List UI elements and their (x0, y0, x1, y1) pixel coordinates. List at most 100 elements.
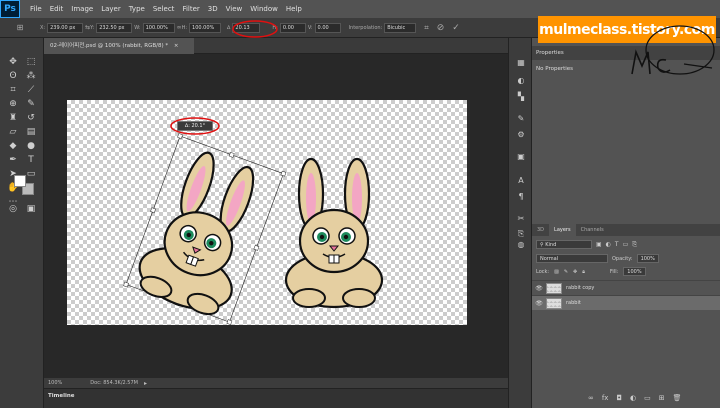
link-layers-icon[interactable]: ∞ (588, 394, 594, 402)
history-panel-icon[interactable]: ▦ (514, 56, 528, 68)
lock-pixels-icon[interactable]: ✎ (564, 269, 568, 275)
adjustment-layer-icon[interactable]: ◐ (630, 394, 636, 402)
paragraph-panel-icon[interactable]: ¶ (514, 190, 528, 202)
adjustment-filter-icon[interactable]: ◐ (606, 241, 611, 248)
menu-3d[interactable]: 3D (204, 0, 222, 18)
dodge-tool-icon[interactable]: ● (24, 140, 38, 152)
hskew-field[interactable]: 0.00 (279, 22, 306, 33)
eyedropper-tool-icon[interactable]: ⟋ (24, 84, 38, 96)
menu-type[interactable]: Type (125, 0, 149, 18)
tool-presets-icon[interactable]: ✂ (514, 212, 528, 224)
w-field[interactable]: 100.00% (142, 22, 175, 33)
right-panels: Properties No Properties 3D Layers Chann… (532, 38, 720, 408)
h-label: H: (181, 24, 188, 31)
pen-tool-icon[interactable]: ✒ (6, 154, 20, 166)
warp-icon[interactable]: ⌗ (424, 23, 429, 33)
lock-transparency-icon[interactable]: ▨ (554, 269, 559, 275)
close-icon[interactable]: × (174, 43, 179, 49)
history-brush-tool-icon[interactable]: ↺ (24, 112, 38, 124)
pixel-filter-icon[interactable]: ▣ (596, 241, 602, 248)
move-tool-icon[interactable]: ✥ (6, 56, 20, 68)
new-layer-icon[interactable]: ⊞ (659, 394, 665, 402)
interpolation-select[interactable]: Bicubic (384, 22, 417, 33)
menu-layer[interactable]: Layer (97, 0, 125, 18)
color-panel-icon[interactable]: ◐ (514, 74, 528, 86)
timeline-tab[interactable]: Timeline (48, 393, 75, 399)
blur-tool-icon[interactable]: ◆ (6, 140, 20, 152)
layers-tab-bar: 3D Layers Channels (532, 224, 720, 236)
interpolation-label: Interpolation: (348, 24, 383, 31)
styles-panel-icon[interactable]: ▣ (514, 150, 528, 162)
lock-position-icon[interactable]: ✥ (573, 269, 577, 275)
character-panel-icon[interactable]: A (514, 174, 528, 186)
y-label: Y: (90, 24, 95, 31)
doc-info[interactable]: Doc: 854.3K/2.57M (90, 380, 138, 386)
healing-tool-icon[interactable]: ⊕ (6, 98, 20, 110)
tab-channels[interactable]: Channels (576, 224, 609, 236)
new-group-icon[interactable]: ▭ (644, 394, 651, 402)
shape-filter-icon[interactable]: ▭ (623, 241, 629, 248)
layer-row-selected[interactable]: 👁︎ rabbit (532, 295, 720, 310)
type-filter-icon[interactable]: T (615, 241, 619, 248)
3d-panel-icon[interactable]: ◍ (514, 238, 528, 250)
canvas[interactable] (67, 100, 467, 325)
delete-layer-icon[interactable]: 🗑︎ (673, 394, 682, 402)
smart-object-filter-icon[interactable]: ⎘ (632, 241, 637, 249)
quick-mask-icon[interactable]: ◎ (6, 203, 20, 215)
opacity-field[interactable]: 100% (636, 254, 659, 263)
panel-icon-strip: ▦ ◐ ▚ ✎ ⚙ ▣ A ¶ ✂ ⎘ ◍ (508, 38, 532, 408)
photoshop-logo[interactable]: Ps (0, 0, 20, 18)
document-tab[interactable]: 02-레이어피전.psd @ 100% (rabbit, RGB/8) * × (44, 38, 194, 54)
y-field[interactable]: 232.50 px (96, 22, 133, 33)
lasso-tool-icon[interactable]: ʘ (6, 70, 20, 82)
menu-filter[interactable]: Filter (178, 0, 203, 18)
transform-tool-icon[interactable]: ⊞ (0, 23, 40, 32)
fill-label: Fill: (609, 268, 619, 275)
foreground-color-swatch[interactable] (14, 175, 26, 187)
tab-3d[interactable]: 3D (532, 224, 549, 236)
menu-help[interactable]: Help (282, 0, 306, 18)
screen-mode-icon[interactable]: ▣ (24, 203, 38, 215)
menu-edit[interactable]: Edit (46, 0, 68, 18)
properties-title: Properties (536, 50, 564, 56)
layer-row[interactable]: 👁︎ rabbit copy (532, 280, 720, 295)
zoom-level[interactable]: 100% (48, 380, 62, 386)
eraser-tool-icon[interactable]: ▱ (6, 126, 20, 138)
cancel-transform-icon[interactable]: ⊘ (437, 23, 445, 33)
add-mask-icon[interactable]: ◘ (616, 394, 622, 402)
menu-view[interactable]: View (222, 0, 247, 18)
magic-wand-tool-icon[interactable]: ⁂ (24, 70, 38, 82)
brush-panel-icon[interactable]: ✎ (514, 112, 528, 124)
commit-transform-icon[interactable]: ✓ (452, 23, 460, 33)
vskew-field[interactable]: 0.00 (314, 22, 341, 33)
adjustments-panel-icon[interactable]: ⚙ (514, 128, 528, 140)
tab-layers[interactable]: Layers (549, 224, 576, 236)
gradient-tool-icon[interactable]: ▤ (24, 126, 38, 138)
status-menu-arrow-icon[interactable]: ▸ (144, 380, 147, 387)
shape-tool-icon[interactable]: ▭ (24, 168, 38, 180)
menu-select[interactable]: Select (149, 0, 179, 18)
swatches-panel-icon[interactable]: ▚ (514, 90, 528, 102)
x-field[interactable]: 239.00 px (47, 22, 84, 33)
menu-file[interactable]: File (26, 0, 46, 18)
w-label: W: (134, 24, 141, 31)
visibility-eye-icon[interactable]: 👁︎ (532, 285, 546, 292)
blend-mode-select[interactable]: Normal (536, 254, 608, 263)
crop-tool-icon[interactable]: ⌗ (6, 84, 20, 96)
brush-tool-icon[interactable]: ✎ (24, 98, 38, 110)
type-tool-icon[interactable]: T (24, 154, 38, 166)
menu-image[interactable]: Image (67, 0, 97, 18)
stamp-tool-icon[interactable]: ♜ (6, 112, 20, 124)
rabbit-rotated[interactable] (123, 133, 287, 325)
lock-all-icon[interactable]: 🔒︎ (582, 269, 585, 275)
rabbit-copy[interactable] (284, 157, 384, 309)
layer-kind-filter[interactable]: ⚲ Kind (536, 240, 592, 249)
layer-style-icon[interactable]: fx (602, 394, 609, 402)
visibility-eye-icon[interactable]: 👁︎ (532, 300, 546, 307)
angle-annotation-circle (232, 20, 278, 38)
fill-field[interactable]: 100% (623, 267, 646, 276)
menu-window[interactable]: Window (246, 0, 282, 18)
layer-thumbnail (546, 297, 562, 309)
h-field[interactable]: 100.00% (189, 22, 222, 33)
marquee-tool-icon[interactable]: ⬚ (24, 56, 38, 68)
